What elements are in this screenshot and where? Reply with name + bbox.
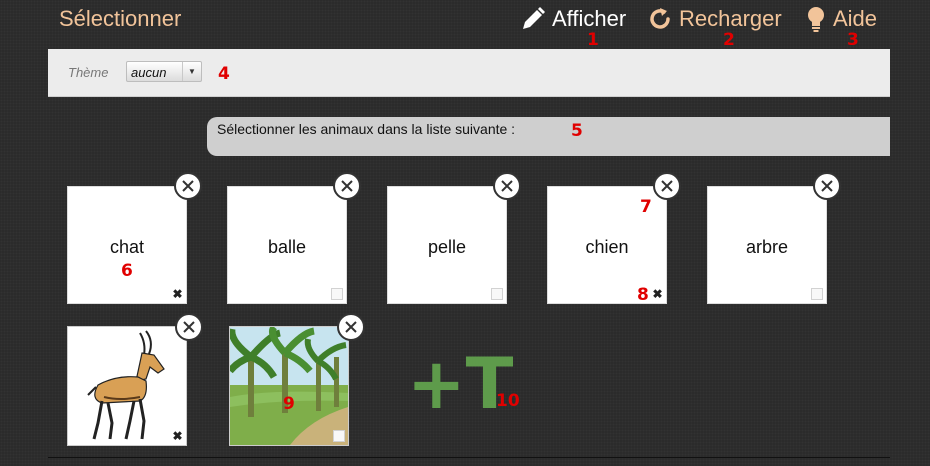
card-checkbox[interactable]: ✖	[172, 430, 183, 442]
theme-select[interactable]: aucun ▼	[126, 61, 202, 82]
card-word: pelle	[427, 237, 467, 257]
word-card-arbre[interactable]: arbre	[707, 186, 827, 304]
page-title: Sélectionner	[59, 6, 182, 31]
remove-card-button[interactable]	[333, 172, 361, 200]
card-checkbox[interactable]: ✖	[172, 288, 183, 300]
lightbulb-icon	[808, 7, 824, 32]
instruction-text: Sélectionner les animaux dans la liste s…	[217, 121, 516, 137]
marker-6: 6	[121, 261, 133, 281]
marker-4: 4	[218, 64, 230, 84]
refresh-icon	[650, 8, 670, 29]
theme-selected-value: aucun	[131, 65, 167, 80]
remove-card-button[interactable]	[175, 313, 203, 341]
marker-9: 9	[283, 394, 295, 414]
afficher-button[interactable]: Afficher	[520, 6, 626, 32]
chevron-down-icon: ▼	[182, 62, 201, 81]
close-icon	[182, 180, 194, 192]
pencil-icon	[523, 7, 545, 29]
bottom-divider	[48, 457, 890, 458]
word-card-pelle[interactable]: pelle	[387, 186, 507, 304]
recharger-label: Recharger	[679, 6, 782, 31]
marker-10: 10	[496, 391, 520, 411]
remove-card-button[interactable]	[813, 172, 841, 200]
theme-label: Thème	[68, 65, 109, 80]
close-icon	[501, 180, 513, 192]
close-icon	[345, 321, 357, 333]
card-checkbox[interactable]	[811, 288, 823, 300]
afficher-label: Afficher	[552, 6, 627, 31]
word-card-balle[interactable]: balle	[227, 186, 347, 304]
forest-path-image	[230, 327, 348, 445]
marker-8: 8	[637, 285, 649, 305]
marker-3: 3	[847, 30, 859, 50]
card-checkbox[interactable]	[333, 430, 345, 442]
card-checkbox[interactable]	[491, 288, 503, 300]
card-word: arbre	[745, 237, 789, 257]
marker-7: 7	[640, 197, 652, 217]
image-card-gazelle[interactable]: ✖	[67, 326, 187, 446]
card-checkbox[interactable]	[331, 288, 343, 300]
marker-2: 2	[723, 30, 735, 50]
marker-5: 5	[571, 121, 583, 141]
recharger-button[interactable]: Recharger	[647, 6, 782, 32]
word-card-chat[interactable]: chat ✖	[67, 186, 187, 304]
close-icon	[183, 321, 195, 333]
aide-label: Aide	[833, 6, 878, 31]
remove-card-button[interactable]	[174, 172, 202, 200]
image-card-forest-path[interactable]	[229, 326, 349, 446]
remove-card-button[interactable]	[493, 172, 521, 200]
marker-1: 1	[587, 30, 599, 50]
card-word: balle	[267, 237, 307, 257]
instruction-box: Sélectionner les animaux dans la liste s…	[207, 117, 890, 156]
gazelle-image	[87, 330, 165, 440]
close-icon	[821, 180, 833, 192]
card-checkbox[interactable]: ✖	[652, 288, 663, 300]
remove-card-button[interactable]	[337, 313, 365, 341]
close-icon	[341, 180, 353, 192]
close-icon	[661, 180, 673, 192]
theme-bar: Thème aucun ▼	[48, 49, 890, 97]
card-word: chien	[585, 237, 629, 257]
remove-card-button[interactable]	[653, 172, 681, 200]
card-word: chat	[109, 237, 145, 257]
aide-button[interactable]: Aide	[805, 6, 877, 32]
